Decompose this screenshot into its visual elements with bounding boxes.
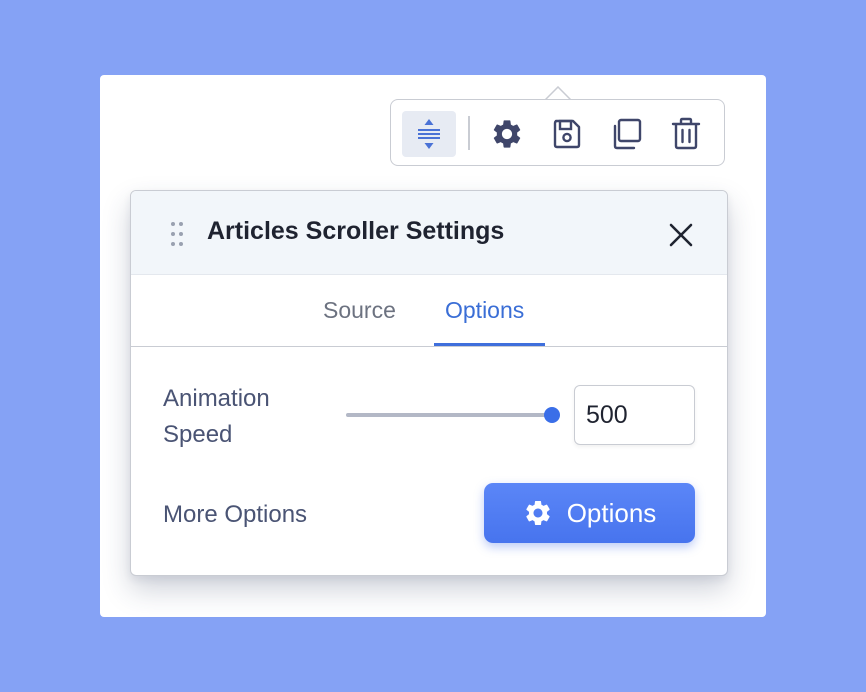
animation-speed-label-line2: Speed [163,421,233,448]
tab-bar: Source Options [131,275,727,347]
options-button-label: Options [566,497,657,528]
close-icon[interactable] [667,221,695,249]
panel-title: Articles Scroller Settings [207,217,505,245]
align-vertical-icon [418,119,440,149]
duplicate-icon [613,118,642,150]
active-tab-indicator [434,343,545,346]
toolbar-caret [545,86,571,100]
drag-handle-icon[interactable] [169,221,185,247]
options-button[interactable]: Options [484,483,695,543]
settings-panel: Articles Scroller Settings Source Option… [130,190,728,576]
align-vertical-button[interactable] [402,111,456,157]
delete-button[interactable] [659,111,713,157]
animation-speed-label-line1: Animation [163,385,270,412]
toolbar-divider [468,116,470,150]
more-options-label: More Options [163,501,308,528]
element-toolbar [390,99,725,166]
animation-speed-input[interactable] [574,385,695,445]
settings-button[interactable] [480,111,534,157]
gear-icon [493,120,521,148]
gear-icon [526,501,550,525]
save-button[interactable] [540,111,594,157]
animation-speed-slider-thumb[interactable] [544,407,560,423]
duplicate-button[interactable] [599,111,653,157]
save-icon [553,119,581,149]
tab-source[interactable]: Source [323,297,396,324]
trash-icon [671,117,701,150]
panel-header: Articles Scroller Settings [131,191,727,275]
tab-options[interactable]: Options [445,297,524,324]
animation-speed-slider-track[interactable] [346,413,552,417]
